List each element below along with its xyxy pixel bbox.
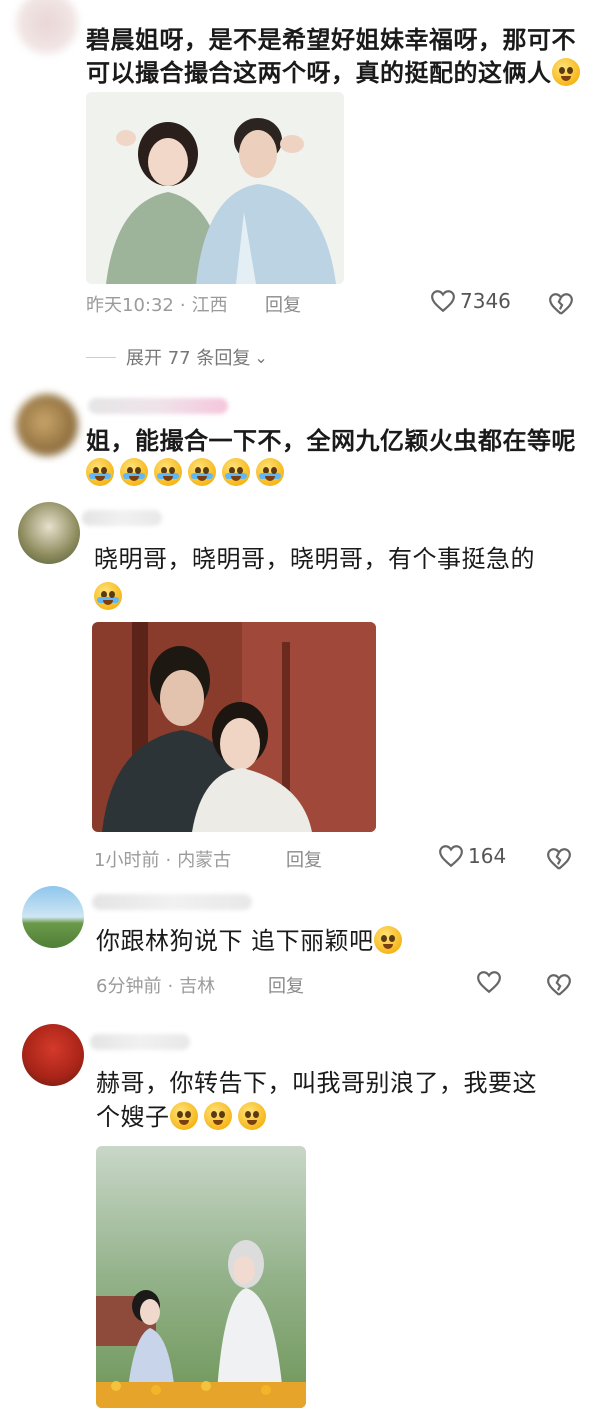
comment-photo[interactable] — [86, 92, 344, 284]
timestamp: 昨天10:32 — [86, 295, 174, 316]
like-button[interactable] — [476, 970, 506, 994]
expand-label: 展开 77 条回复 — [126, 348, 251, 369]
couple-drama-photo-image — [92, 622, 376, 832]
comment-text: 个嫂子 — [96, 1103, 170, 1131]
comment-text-line2: 个嫂子 — [96, 1100, 272, 1134]
avatar[interactable] — [22, 886, 84, 948]
expand-replies-button[interactable]: 展开 77 条回复 ⌄ — [86, 344, 268, 370]
avatar[interactable] — [16, 0, 78, 54]
comment-text-line1: 碧晨姐呀，是不是希望好姐妹幸福呀，那可不 — [86, 26, 576, 54]
crying-emoji-icon — [94, 582, 122, 610]
comment-text-line: 你跟林狗说下 追下丽颖吧 — [96, 924, 408, 958]
dislike-broken-heart-icon[interactable] — [546, 846, 572, 872]
separator: · — [167, 976, 174, 997]
location: 江西 — [191, 295, 228, 316]
username-blurred — [88, 398, 228, 414]
location: 吉林 — [179, 976, 216, 997]
dislike-broken-heart-icon[interactable] — [548, 291, 574, 317]
heart-icon — [431, 290, 455, 313]
comment-text: 晓明哥，晓明哥，晓明哥，有个事挺急的 — [94, 545, 535, 573]
timestamp: 6分钟前 — [96, 976, 162, 997]
comment-meta: 6分钟前 · 吉林 — [96, 972, 221, 998]
comment-4: 你跟林狗说下 追下丽颖吧 6分钟前 · 吉林 回复 — [0, 880, 600, 1010]
couple-field-photo-image — [96, 1146, 306, 1408]
comment-3: 晓明哥，晓明哥，晓明哥，有个事挺急的 1小时前 · 内蒙古 回复 164 — [0, 490, 600, 880]
separator: · — [179, 295, 186, 316]
like-button[interactable]: 164 — [438, 844, 506, 868]
comment-text: 你跟林狗说下 追下丽颖吧 — [96, 927, 374, 955]
like-button[interactable]: 7346 — [430, 289, 511, 313]
username-blurred — [90, 1034, 190, 1050]
pleading-emoji-icon — [203, 1102, 232, 1130]
couple-photo-image — [86, 92, 344, 284]
crying-laughing-emoji-icon — [188, 458, 216, 486]
heart-icon — [477, 971, 501, 994]
crying-laughing-emoji-icon — [154, 458, 182, 486]
pleading-emoji-icon — [169, 1102, 198, 1130]
smile-emoji-icon — [551, 58, 580, 86]
avatar[interactable] — [22, 1024, 84, 1086]
reply-button[interactable]: 回复 — [268, 972, 304, 998]
username-blurred — [92, 894, 252, 910]
comment-5: 赫哥，你转告下，叫我哥别浪了，我要这 个嫂子 — [0, 1010, 600, 1408]
crying-laughing-emoji-icon — [222, 458, 250, 486]
comment-1: 碧晨姐呀，是不是希望好姐妹幸福呀，那可不 可以撮合撮合这两个呀，真的挺配的这俩人… — [0, 0, 600, 380]
username-blurred — [82, 510, 162, 526]
comment-meta: 昨天10:32 · 江西 — [86, 291, 234, 317]
avatar[interactable] — [16, 394, 78, 456]
heart-icon — [439, 845, 463, 868]
separator: · — [165, 850, 172, 871]
timestamp: 1小时前 — [94, 850, 160, 871]
comment-text-line2: 可以撮合撮合这两个呀，真的挺配的这俩人 — [86, 56, 586, 90]
dislike-broken-heart-icon[interactable] — [546, 972, 572, 998]
comment-photo[interactable] — [92, 622, 376, 832]
crying-laughing-emoji-icon — [256, 458, 284, 486]
avatar[interactable] — [18, 502, 80, 564]
comment-meta: 1小时前 · 内蒙古 — [94, 846, 237, 872]
location: 内蒙古 — [177, 850, 232, 871]
emoji-row — [86, 458, 290, 486]
chevron-down-icon: ⌄ — [254, 347, 268, 367]
comment-text: 可以撮合撮合这两个呀，真的挺配的这俩人 — [86, 59, 552, 87]
reply-button[interactable]: 回复 — [265, 291, 301, 317]
pleading-emoji-icon — [237, 1102, 266, 1130]
divider — [86, 356, 116, 358]
reply-button[interactable]: 回复 — [286, 846, 322, 872]
crying-laughing-emoji-icon — [120, 458, 148, 486]
like-count: 164 — [468, 844, 507, 868]
pleading-emoji-icon — [373, 926, 402, 954]
comment-2: 姐，能撮合一下不，全网九亿颖火虫都在等呢 — [0, 380, 600, 490]
comment-photo[interactable] — [96, 1146, 306, 1408]
like-count: 7346 — [460, 289, 511, 313]
crying-laughing-emoji-icon — [86, 458, 114, 486]
comment-text: 姐，能撮合一下不，全网九亿颖火虫都在等呢 — [86, 427, 576, 455]
comment-text-line1: 赫哥，你转告下，叫我哥别浪了，我要这 — [96, 1069, 537, 1097]
